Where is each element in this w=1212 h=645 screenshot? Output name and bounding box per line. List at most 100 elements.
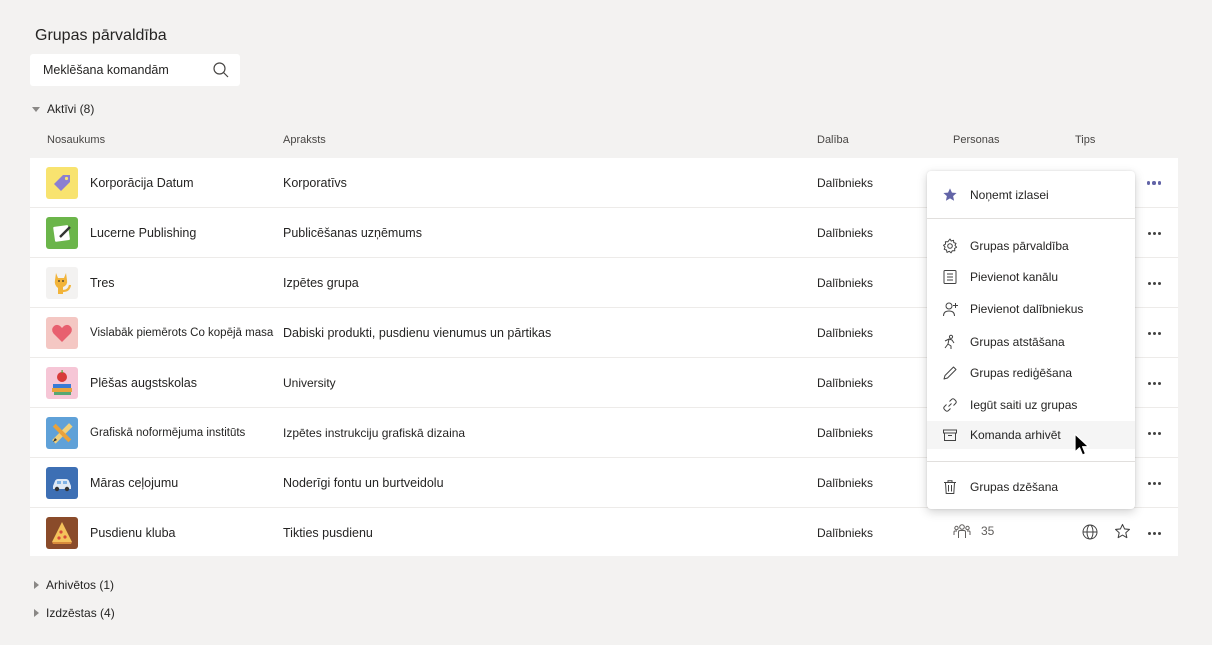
team-role: Dalībnieks [817, 226, 874, 240]
team-avatar [46, 217, 78, 249]
menu-item-add-members[interactable]: Pievienot dalībniekus [927, 295, 1135, 323]
search-placeholder: Meklēšana komandām [43, 63, 169, 77]
menu-item-label: Pievienot dalībniekus [970, 302, 1084, 316]
menu-item-label: Komanda arhivēt [970, 428, 1061, 442]
team-role: Dalībnieks [817, 476, 874, 490]
team-name[interactable]: Vislabāk piemērots Co kopējā masa [90, 308, 273, 358]
team-role: Dalībnieks [817, 426, 874, 440]
team-name[interactable]: Plēšas augstskolas [90, 358, 197, 408]
column-header-membership[interactable]: Dalība [817, 134, 849, 146]
channel-list-icon [943, 270, 957, 284]
globe-icon [1082, 524, 1098, 540]
people-count-value: 35 [981, 524, 995, 538]
page-title: Grupas pārvaldība [35, 27, 167, 44]
more-options-button[interactable] [1144, 375, 1164, 391]
gear-icon [943, 238, 958, 254]
team-role: Dalībnieks [817, 376, 874, 390]
menu-item-manage-team[interactable]: Grupas pārvaldība [927, 232, 1135, 260]
team-context-menu: Noņemt izlasei Grupas pārvaldība Pievien… [927, 171, 1135, 509]
chevron-right-icon [34, 609, 39, 617]
menu-item-delete-team[interactable]: Grupas dzēšana [927, 473, 1135, 501]
tag-icon [54, 175, 70, 191]
people-icon [953, 524, 971, 538]
star-icon[interactable] [1114, 523, 1131, 540]
team-name[interactable]: Korporācija Datum [90, 158, 194, 208]
team-avatar [46, 417, 78, 449]
add-person-icon [942, 302, 958, 317]
team-avatar [46, 517, 78, 549]
more-options-button[interactable] [1144, 175, 1164, 191]
table-row[interactable]: Pusdienu kluba Tikties pusdienu Dalībnie… [30, 508, 1178, 556]
team-avatar [46, 467, 78, 499]
archive-icon [943, 429, 957, 441]
star-filled-icon [943, 188, 957, 201]
chevron-right-icon [34, 581, 39, 589]
more-options-button[interactable] [1144, 475, 1164, 491]
column-header-name[interactable]: Nosaukums [47, 134, 105, 146]
apple-books-icon [52, 370, 72, 395]
section-active-toggle[interactable]: Aktīvi (8) [30, 102, 94, 116]
more-options-button[interactable] [1144, 425, 1164, 441]
pencil-icon [943, 366, 957, 380]
menu-item-label: Grupas atstāšana [970, 335, 1065, 349]
section-archived-toggle[interactable]: Arhivētos (1) [30, 578, 114, 592]
menu-item-get-link[interactable]: Iegūt saiti uz grupas [927, 391, 1135, 419]
team-description: Noderīgi fontu un burtveidolu [283, 476, 444, 490]
team-avatar [46, 367, 78, 399]
column-header-type[interactable]: Tips [1075, 134, 1095, 146]
menu-divider [927, 461, 1135, 462]
team-role: Dalībnieks [817, 326, 874, 340]
mouse-cursor-icon [1074, 433, 1090, 456]
menu-item-edit-team[interactable]: Grupas rediģēšana [927, 359, 1135, 387]
pizza-icon [52, 522, 72, 544]
menu-item-label: Noņemt izlasei [970, 188, 1049, 202]
car-icon [53, 479, 71, 492]
team-description: Izpētes grupa [283, 276, 359, 290]
team-avatar [46, 167, 78, 199]
more-options-button[interactable] [1144, 525, 1164, 541]
menu-item-label: Grupas dzēšana [970, 480, 1059, 494]
team-name[interactable]: Māras ceļojumu [90, 458, 178, 508]
more-options-button[interactable] [1144, 225, 1164, 241]
menu-item-leave-team[interactable]: Grupas atstāšana [927, 328, 1135, 356]
menu-item-label: Grupas pārvaldība [970, 239, 1069, 253]
column-header-people[interactable]: Personas [953, 134, 999, 146]
section-deleted-label: Izdzēstas (4) [46, 606, 115, 620]
team-role: Dalībnieks [817, 526, 874, 540]
team-role: Dalībnieks [817, 176, 874, 190]
heart-icon [52, 324, 72, 342]
link-icon [943, 398, 957, 412]
menu-item-add-channel[interactable]: Pievienot kanālu [927, 263, 1135, 291]
menu-item-remove-favorite[interactable]: Noņemt izlasei [927, 181, 1135, 209]
team-name[interactable]: Grafiskā noformējuma institūts [90, 408, 245, 458]
menu-item-label: Pievienot kanālu [970, 270, 1059, 284]
people-count: 35 [953, 523, 994, 539]
menu-divider [927, 218, 1135, 219]
cat-icon [54, 273, 72, 294]
menu-item-archive-team[interactable]: Komanda arhivēt [927, 421, 1135, 449]
more-options-button[interactable] [1144, 325, 1164, 341]
team-description: Korporatīvs [283, 176, 347, 190]
team-avatar [46, 317, 78, 349]
team-description: Dabiski produkti, pusdienu vienumus un p… [283, 326, 552, 340]
section-archived-label: Arhivētos (1) [46, 578, 115, 592]
search-icon[interactable] [212, 61, 230, 79]
more-options-button[interactable] [1144, 275, 1164, 291]
team-name[interactable]: Tres [90, 258, 115, 308]
menu-item-label: Grupas rediģēšana [970, 366, 1073, 380]
team-description: University [283, 376, 336, 390]
search-input[interactable]: Meklēšana komandām [30, 54, 240, 86]
pencil-ruler-icon [52, 423, 73, 444]
leave-icon [944, 334, 955, 349]
menu-item-label: Iegūt saiti uz grupas [970, 398, 1078, 412]
team-name[interactable]: Lucerne Publishing [90, 208, 196, 258]
team-description: Tikties pusdienu [283, 526, 373, 540]
column-header-description[interactable]: Apraksts [283, 134, 326, 146]
section-active-label: Aktīvi (8) [47, 102, 95, 116]
chevron-down-icon [32, 106, 40, 112]
team-description: Izpētes instrukciju grafiskā dizaina [283, 426, 466, 440]
paper-pen-icon [53, 225, 71, 242]
team-name[interactable]: Pusdienu kluba [90, 508, 175, 558]
team-role: Dalībnieks [817, 276, 874, 290]
section-deleted-toggle[interactable]: Izdzēstas (4) [30, 606, 115, 620]
